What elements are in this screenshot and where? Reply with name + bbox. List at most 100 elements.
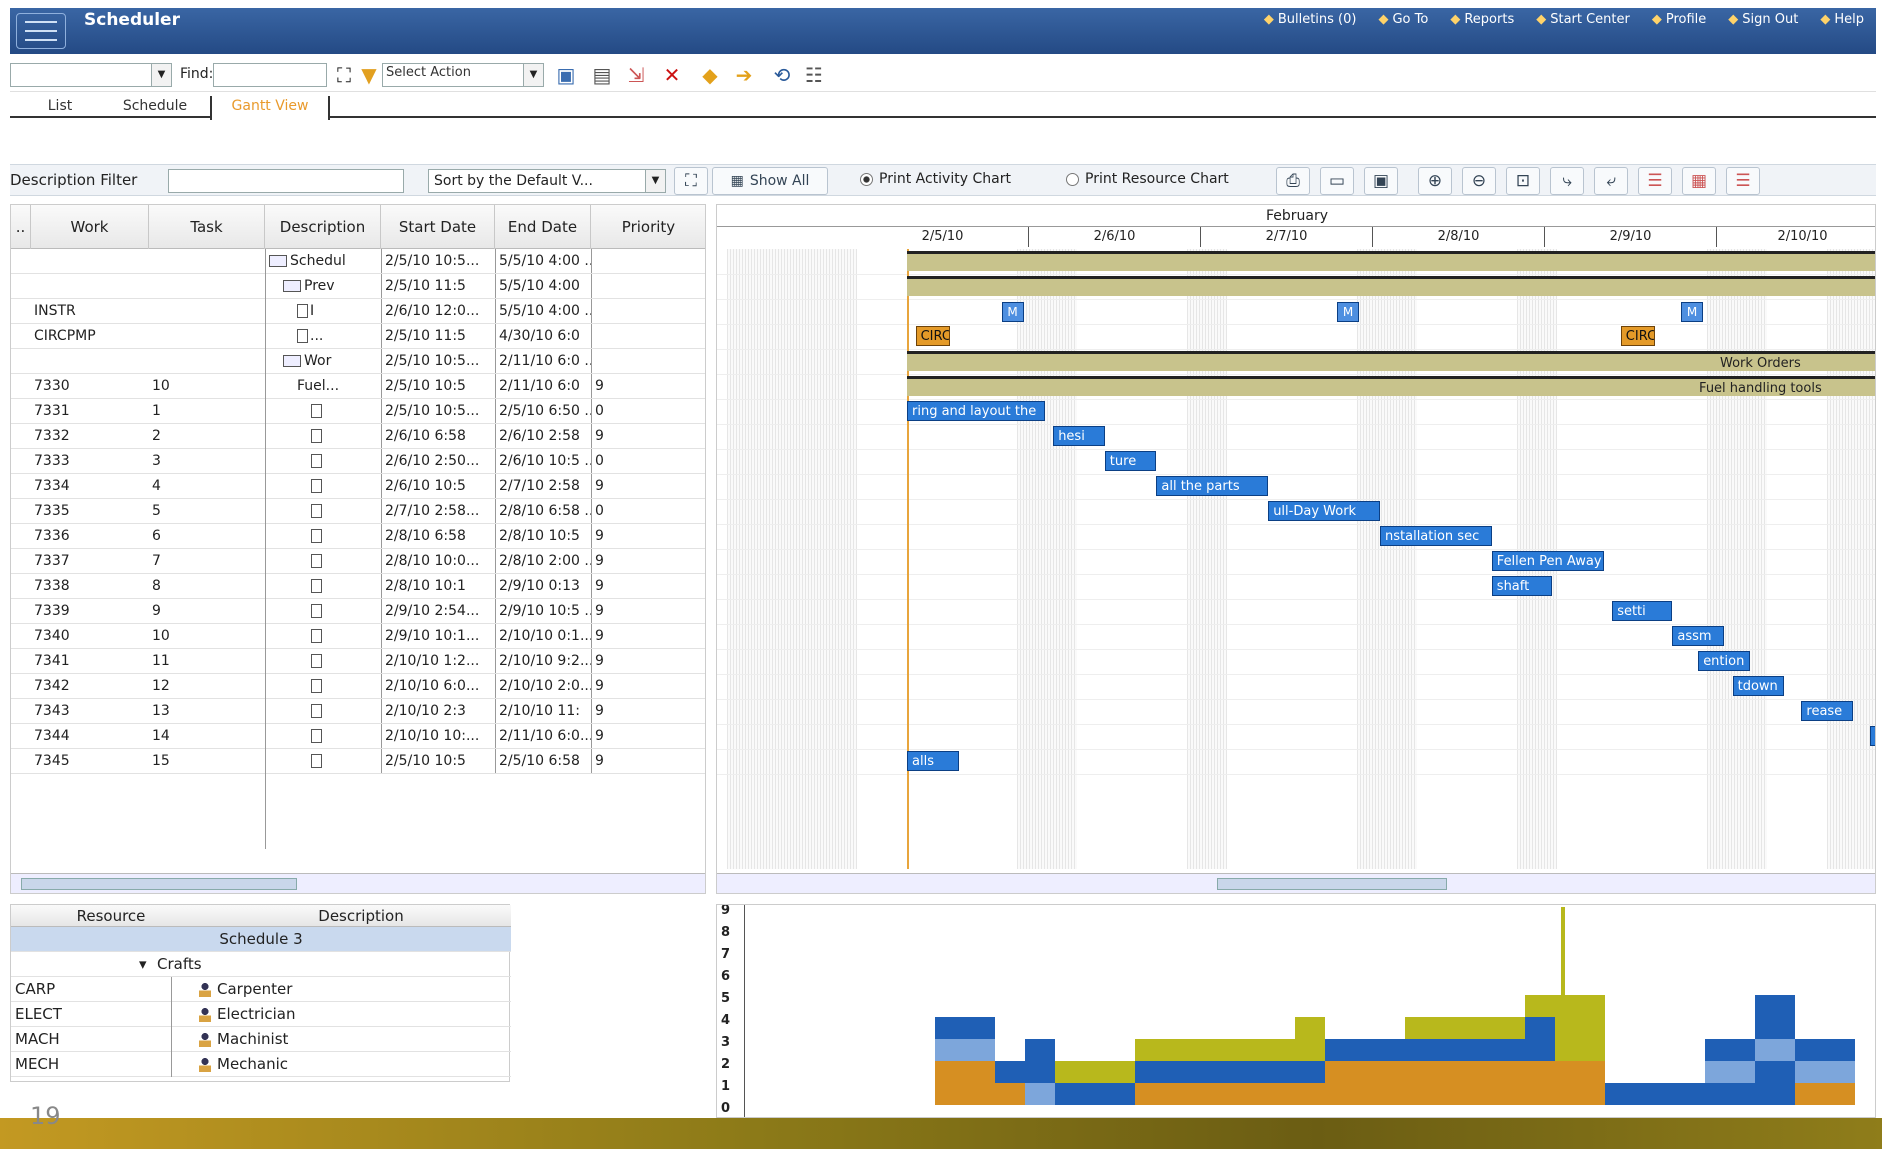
previous-icon[interactable]: ◆ [696, 61, 724, 89]
pm-bar[interactable]: CIRC [1620, 326, 1656, 346]
resource-row[interactable]: MACH Machinist [11, 1027, 511, 1052]
show-all-button[interactable]: ▦ Show All [712, 167, 828, 195]
task-bar[interactable]: nstallation sec [1380, 526, 1492, 546]
zoom-out-icon[interactable]: ⊖ [1462, 167, 1496, 195]
summary-bar[interactable] [907, 276, 1875, 296]
table-row[interactable]: 7332 2 2/6/10 6:58 2/6/10 2:58 9 [11, 424, 705, 449]
table-row[interactable]: 7340 10 2/9/10 10:1... 2/10/10 0:1... 9 [11, 624, 705, 649]
route-icon[interactable]: ⇲ [622, 61, 650, 89]
critical-path-icon[interactable]: ☰ [1638, 167, 1672, 195]
table-row[interactable]: 7339 9 2/9/10 2:54... 2/9/10 10:5 ... 9 [11, 599, 705, 624]
task-bar[interactable]: co [1870, 726, 1875, 746]
expand-icon[interactable]: ▾ [139, 952, 147, 977]
resource-row[interactable]: MECH Mechanic [11, 1052, 511, 1077]
link-tasks-icon[interactable]: ⤷ [1550, 167, 1584, 195]
resource-column-header[interactable]: Resource [11, 905, 211, 927]
task-bar[interactable]: alls [907, 751, 959, 771]
table-row[interactable]: 7343 13 2/10/10 2:3 2/10/10 11: 9 [11, 699, 705, 724]
task-bar[interactable]: tdown [1732, 676, 1785, 696]
resource-leveling-icon[interactable]: ☰ [1726, 167, 1760, 195]
unlink-tasks-icon[interactable]: ⤶ [1594, 167, 1628, 195]
task-bar[interactable]: ring and layout the [907, 401, 1045, 421]
print-icon[interactable]: ⎙ [1276, 167, 1310, 195]
resource-row[interactable]: ELECT Electrician [11, 1002, 511, 1027]
pm-bar[interactable]: CIRC [915, 326, 950, 346]
chevron-down-icon[interactable]: ▼ [645, 170, 665, 192]
table-row[interactable]: 7334 4 2/6/10 10:5 2/7/10 2:58 9 [11, 474, 705, 499]
task-bar[interactable]: all the parts [1156, 476, 1269, 496]
print-preview-icon[interactable]: ▣ [1364, 167, 1398, 195]
table-row[interactable]: Prev 2/5/10 11:5 5/5/10 4:00 [11, 274, 705, 299]
summary-bar[interactable] [907, 251, 1875, 271]
task-bar[interactable]: rease [1801, 701, 1853, 721]
table-row[interactable]: 7345 15 2/5/10 10:5 2/5/10 6:58 9 [11, 749, 705, 774]
save-icon[interactable]: ▤ [588, 61, 616, 89]
task-bar[interactable]: shaft [1491, 576, 1552, 596]
column-header-start-date[interactable]: Start Date [381, 205, 495, 249]
task-bar[interactable]: ention [1698, 651, 1750, 671]
nav-link-help[interactable]: ◆ Help [1820, 12, 1864, 27]
summary-bar[interactable]: Work Orders [907, 351, 1875, 371]
binoculars-icon[interactable]: ⛶ [674, 167, 708, 195]
find-input[interactable] [213, 63, 327, 87]
milestone-marker[interactable]: M [1681, 302, 1703, 322]
table-row[interactable]: Wor 2/5/10 10:5... 2/11/10 6:0 ... [11, 349, 705, 374]
task-bar[interactable]: ture [1104, 451, 1157, 471]
row-selector-header[interactable]: .. [11, 205, 31, 249]
column-header-description[interactable]: Description [265, 205, 381, 249]
table-row[interactable]: 7342 12 2/10/10 6:0... 2/10/10 2:0... 9 [11, 674, 705, 699]
description-filter-input[interactable] [168, 169, 404, 193]
column-header-priority[interactable]: Priority [591, 205, 705, 249]
column-header-task[interactable]: Task [149, 205, 265, 249]
table-row[interactable]: CIRCPMP... 2/5/10 11:5 4/30/10 6:0 [11, 324, 705, 349]
new-record-icon[interactable]: ▣ [552, 61, 580, 89]
task-bar[interactable]: Fellen Pen Away [1491, 551, 1604, 571]
tab-schedule[interactable]: Schedule [105, 96, 205, 118]
print-resource-radio[interactable]: Print Resource Chart [1066, 171, 1229, 187]
nav-link-profile[interactable]: ◆ Profile [1652, 12, 1706, 27]
description-column-header[interactable]: Description [211, 905, 511, 927]
resource-row[interactable]: CARP Carpenter [11, 977, 511, 1002]
chevron-down-icon[interactable]: ▼ [151, 64, 171, 86]
record-select[interactable]: ▼ [10, 63, 172, 87]
schedule-row[interactable]: Schedule 3 [11, 927, 511, 952]
summary-bar[interactable]: Fuel handling tools [907, 376, 1875, 396]
delete-icon[interactable]: ✕ [658, 61, 686, 89]
zoom-in-icon[interactable]: ⊕ [1418, 167, 1452, 195]
tab-list[interactable]: List [30, 96, 90, 118]
binoculars-icon[interactable]: ⛶ [330, 61, 358, 89]
tab-gantt-view[interactable]: Gantt View [210, 96, 330, 120]
table-row[interactable]: 7341 11 2/10/10 1:2... 2/10/10 9:2... 9 [11, 649, 705, 674]
select-action-dropdown[interactable]: Select Action ▼ [382, 63, 544, 87]
table-row[interactable]: 7338 8 2/8/10 10:1 2/9/10 0:13 9 [11, 574, 705, 599]
scroll-thumb[interactable] [1217, 878, 1447, 890]
table-row[interactable]: 7330 10 Fuel... 2/5/10 10:5 2/11/10 6:0 9 [11, 374, 705, 399]
milestone-marker[interactable]: M [1001, 302, 1024, 322]
table-row[interactable]: 7331 1 2/5/10 10:5... 2/5/10 6:50 ... 0 [11, 399, 705, 424]
table-row[interactable]: 7336 6 2/8/10 6:58 2/8/10 10:5 9 [11, 524, 705, 549]
calendar-icon[interactable]: ▦ [1682, 167, 1716, 195]
task-bar[interactable]: ull-Day Work [1268, 501, 1380, 521]
table-row[interactable]: 7335 5 2/7/10 2:58... 2/8/10 6:58 ... 0 [11, 499, 705, 524]
nav-link-reports[interactable]: ◆ Reports [1450, 12, 1514, 27]
task-bar[interactable]: assm [1672, 626, 1724, 646]
nav-link-goto[interactable]: ◆ Go To [1378, 12, 1428, 27]
milestone-marker[interactable]: M [1337, 302, 1359, 322]
crafts-group-row[interactable]: ▾ Crafts [11, 952, 511, 977]
filter-icon[interactable]: ▼ [355, 61, 383, 89]
refresh-icon[interactable]: ⟲ [768, 61, 796, 89]
workflow-icon[interactable]: ☷ [800, 61, 828, 89]
gantt-horizontal-scrollbar[interactable] [717, 873, 1875, 893]
table-row[interactable]: 7344 14 2/10/10 10:... 2/11/10 6:0... 9 [11, 724, 705, 749]
table-row[interactable]: 7333 3 2/6/10 2:50... 2/6/10 10:5 ... 0 [11, 449, 705, 474]
nav-link-sign-out[interactable]: ◆ Sign Out [1728, 12, 1798, 27]
fit-to-window-icon[interactable]: ⊡ [1506, 167, 1540, 195]
next-icon[interactable]: ➔ [730, 61, 758, 89]
sort-dropdown[interactable]: Sort by the Default V... ▼ [428, 169, 666, 193]
column-header-work[interactable]: Work [31, 205, 149, 249]
nav-link-bulletin[interactable]: ◆ Bulletins (0) [1264, 12, 1357, 27]
page-setup-icon[interactable]: ▭ [1320, 167, 1354, 195]
table-row[interactable]: INSTR I 2/6/10 12:0... 5/5/10 4:00 ... [11, 299, 705, 324]
column-header-end-date[interactable]: End Date [495, 205, 591, 249]
nav-link-start-center[interactable]: ◆ Start Center [1536, 12, 1630, 27]
